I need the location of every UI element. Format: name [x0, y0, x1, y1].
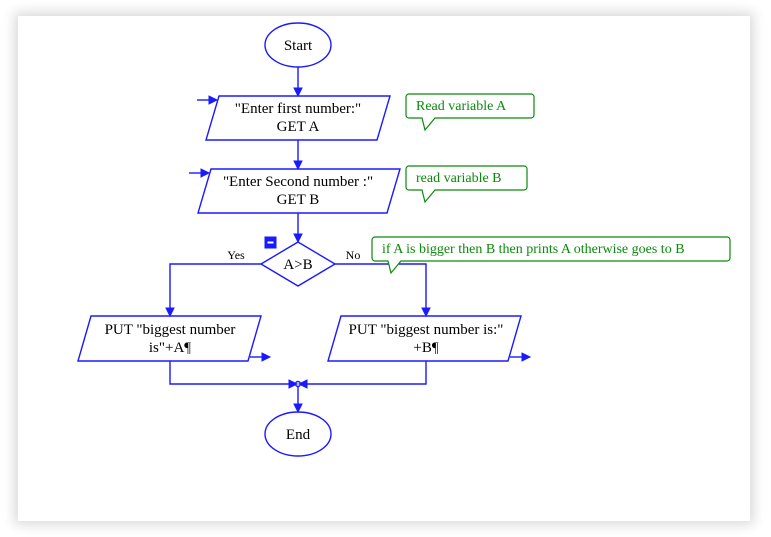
arrow-a-to-join: [170, 361, 297, 388]
arrow-b-to-join: [299, 361, 426, 388]
end-node: End: [265, 412, 331, 456]
arrow-join-to-end: [294, 386, 302, 412]
output-b-line2: +B¶: [413, 340, 438, 356]
yes-branch-arrow: Yes: [166, 248, 261, 316]
output-a-line2: is"+A¶: [149, 340, 191, 356]
arrow-a-to-b: [294, 140, 302, 169]
input-b-node: "Enter Second number :" GET B: [189, 169, 400, 213]
input-b-line1: "Enter Second number :": [223, 174, 373, 190]
decision-node: A>B: [261, 237, 335, 286]
callout-read-b-text: read variable B: [416, 171, 502, 186]
no-label: No: [346, 248, 361, 262]
decision-text: A>B: [283, 257, 312, 273]
start-node: Start: [265, 23, 331, 67]
end-label: End: [286, 427, 311, 443]
input-a-line2: GET A: [277, 119, 320, 135]
arrow-b-to-decision: [294, 213, 302, 242]
output-a-line1: PUT "biggest number: [105, 322, 236, 338]
output-a-outarrow-icon: [250, 353, 270, 361]
flowchart-canvas: Start "Enter first number:" GET A Read v…: [18, 16, 750, 521]
callout-read-a-text: Read variable A: [416, 99, 507, 114]
arrow-start-to-a: [294, 67, 302, 96]
start-label: Start: [284, 38, 313, 54]
input-a-node: "Enter first number:" GET A: [197, 96, 390, 140]
input-a-line1: "Enter first number:": [235, 101, 361, 117]
callout-read-a: Read variable A: [406, 94, 534, 130]
output-b-line1: PUT "biggest number is:": [349, 322, 504, 338]
callout-read-b: read variable B: [406, 166, 527, 202]
input-b-inarrow-icon: [189, 169, 209, 177]
callout-decision-text: if A is bigger then B then prints A othe…: [382, 242, 685, 257]
input-a-inarrow-icon: [197, 96, 217, 104]
input-b-line2: GET B: [277, 192, 320, 208]
yes-label: Yes: [227, 248, 245, 262]
output-b-outarrow-icon: [510, 353, 530, 361]
output-b-node: PUT "biggest number is:" +B¶: [328, 316, 530, 361]
output-a-node: PUT "biggest number is"+A¶: [78, 316, 270, 361]
